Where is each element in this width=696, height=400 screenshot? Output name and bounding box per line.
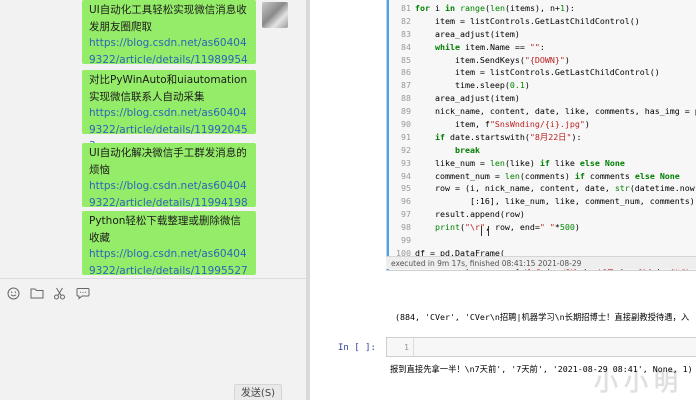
code-line: row = (i, nick_name, content, date, str(… bbox=[415, 183, 696, 194]
message-title: UI自动化解决微信手工群发消息的烦恼 bbox=[89, 147, 247, 176]
code-line: item.SendKeys("{DOWN}") bbox=[415, 54, 570, 65]
line-number: 96 bbox=[401, 196, 411, 207]
message-input[interactable] bbox=[0, 306, 306, 378]
line-number: 93 bbox=[401, 157, 411, 168]
code-line: area_adjust(item) bbox=[415, 93, 520, 104]
code-line: item = listControls.GetLastChildControl(… bbox=[415, 15, 640, 26]
avatar[interactable] bbox=[262, 2, 288, 28]
code-line: break bbox=[454, 144, 480, 155]
code-editor[interactable]: for i in range(len(items), n+1): item = … bbox=[415, 2, 696, 270]
code-line: if date.startswith("8月22日"): bbox=[434, 131, 582, 142]
line-number: 99 bbox=[401, 235, 411, 246]
emoji-icon[interactable] bbox=[6, 286, 21, 301]
code-line: print("\r", row, end=" "*500) bbox=[434, 222, 580, 233]
watermark: 小小明 bbox=[594, 367, 684, 396]
chat-pane: UI自动化工具轻松实现微信消息收发朋友圈爬取 https://blog.csdn… bbox=[0, 0, 306, 400]
notebook-pane: 81 82 83 84 85 86 87 88 89 90 91 92 93 9… bbox=[310, 0, 696, 400]
line-number: 89 bbox=[401, 106, 411, 117]
code-line: [:16], like_num, like, comment_num, comm… bbox=[415, 196, 695, 207]
divider bbox=[0, 278, 306, 279]
chat-history[interactable]: UI自动化工具轻松实现微信消息收发朋友圈爬取 https://blog.csdn… bbox=[0, 0, 306, 278]
line-number: 98 bbox=[401, 222, 411, 233]
code-line: nick_name, content, date, like, comments… bbox=[415, 106, 696, 117]
code-line: comment_num = len(comments) if comments … bbox=[415, 170, 680, 181]
line-number-gutter: 81 82 83 84 85 86 87 88 89 90 91 92 93 9… bbox=[389, 2, 411, 270]
gutter-rule bbox=[413, 338, 414, 356]
line-number: 90 bbox=[401, 119, 411, 130]
scissors-icon[interactable] bbox=[52, 286, 67, 301]
message-bubble[interactable]: Python轻松下载整理或删除微信收藏 https://blog.csdn.ne… bbox=[82, 211, 256, 278]
message-link[interactable]: https://blog.csdn.net/as604049322/articl… bbox=[89, 246, 250, 278]
line-number: 87 bbox=[401, 80, 411, 91]
code-line: item, f"SnsWnding/{i}.jpg") bbox=[415, 119, 590, 130]
cell-prompt: In [ ]: bbox=[338, 343, 376, 353]
code-line: while item.Name == "": bbox=[434, 41, 545, 52]
empty-code-cell[interactable]: 1 bbox=[386, 337, 696, 357]
line-number: 86 bbox=[401, 67, 411, 78]
output-line: (884, 'CVer', 'CVer\n招聘|机器学习\n长期招博士！直接副教… bbox=[390, 312, 690, 322]
line-number: 92 bbox=[401, 144, 411, 155]
execution-status: executed in 9m 17s, finished 08:41:15 20… bbox=[386, 256, 696, 269]
code-line: result.append(row) bbox=[415, 209, 525, 220]
message-title: UI自动化工具轻松实现微信消息收发朋友圈爬取 bbox=[89, 4, 247, 33]
message-bubble[interactable]: UI自动化解决微信手工群发消息的烦恼 https://blog.csdn.net… bbox=[82, 143, 256, 225]
code-line: for i in range(len(items), n+1): bbox=[415, 3, 575, 13]
chat-toolbar bbox=[6, 284, 90, 302]
message-bubble[interactable]: UI自动化工具轻松实现微信消息收发朋友圈爬取 https://blog.csdn… bbox=[82, 0, 256, 82]
line-number: 94 bbox=[401, 170, 411, 181]
line-number: 84 bbox=[401, 41, 411, 52]
text-cursor-icon bbox=[481, 226, 489, 236]
code-cell[interactable]: 81 82 83 84 85 86 87 88 89 90 91 92 93 9… bbox=[386, 0, 696, 271]
line-number: 95 bbox=[401, 183, 411, 194]
folder-icon[interactable] bbox=[29, 286, 44, 301]
chat-bubble-icon[interactable] bbox=[75, 286, 90, 301]
code-line: item = listControls.GetLastChildControl(… bbox=[415, 67, 660, 78]
send-button[interactable]: 发送(S) bbox=[234, 384, 282, 400]
line-number: 81 bbox=[401, 3, 411, 13]
code-line: time.sleep(0.1) bbox=[415, 80, 530, 91]
line-number: 83 bbox=[401, 28, 411, 39]
code-line: area_adjust(item) bbox=[415, 28, 520, 39]
line-number: 91 bbox=[401, 131, 411, 142]
code-line: like_num = len(like) if like else None bbox=[415, 157, 625, 168]
line-number: 1 bbox=[404, 342, 409, 352]
message-title: 对比PyWinAuto和uiautomation实现微信联系人自动采集 bbox=[89, 74, 248, 103]
line-number: 82 bbox=[401, 15, 411, 26]
message-bubble[interactable]: 对比PyWinAuto和uiautomation实现微信联系人自动采集 http… bbox=[82, 70, 256, 152]
line-number: 85 bbox=[401, 54, 411, 65]
line-number: 88 bbox=[401, 93, 411, 104]
message-title: Python轻松下载整理或删除微信收藏 bbox=[89, 215, 241, 244]
line-number: 97 bbox=[401, 209, 411, 220]
